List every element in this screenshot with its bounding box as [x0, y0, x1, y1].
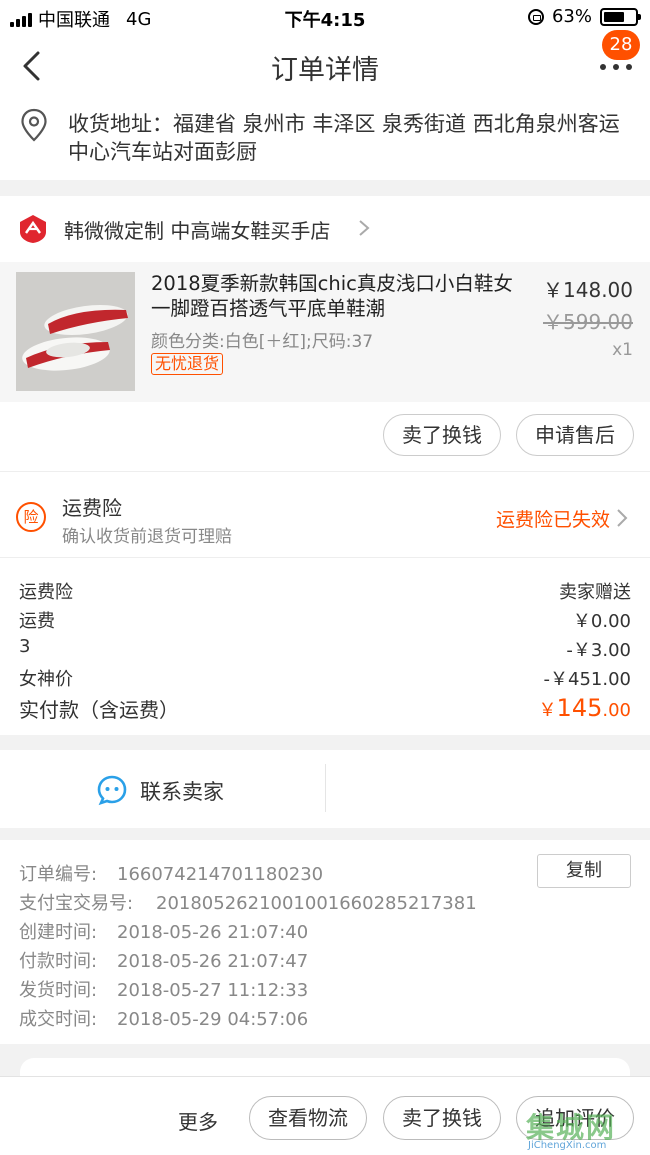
fee-row: 运费险 卖家赠送: [19, 578, 631, 604]
more-dot-icon: [613, 64, 619, 70]
address-card[interactable]: 收货地址：福建省 泉州市 丰泽区 泉秀街道 西北角泉州客运中心汽车站对面彭厨: [0, 98, 650, 180]
watermark: 集城网 JiChengXin.com: [526, 1104, 646, 1152]
info-label: 订单编号:: [19, 864, 98, 885]
info-value: 2018-05-29 04:57:06: [117, 1009, 309, 1030]
product-title: 2018夏季新款韩国chic真皮浅口小白鞋女一脚蹬百搭透气平底单鞋潮: [151, 272, 513, 320]
fee-value: ￥0.00: [572, 611, 631, 632]
info-label: 发货时间:: [19, 980, 98, 1001]
chevron-right-icon: [617, 509, 628, 527]
fee-label: 3: [19, 636, 31, 657]
info-value: 2018-05-27 11:12:33: [117, 980, 309, 1001]
more-dot-icon: [600, 64, 606, 70]
fee-label: 运费险: [19, 582, 73, 603]
navbar: 订单详情 28: [0, 30, 650, 98]
info-label: 付款时间:: [19, 951, 98, 972]
info-value: 2018-05-26 21:07:47: [117, 951, 309, 972]
insurance-status: 运费险已失效: [495, 509, 610, 531]
contact-bar: 联系卖家: [0, 750, 650, 828]
info-label: 支付宝交易号:: [19, 893, 134, 914]
shipped-time-row: 发货时间: 2018-05-27 11:12:33: [19, 976, 308, 1002]
more-dot-icon: [626, 64, 632, 70]
after-sale-button[interactable]: 申请售后: [516, 414, 634, 456]
total-amount: ￥145.00: [539, 694, 631, 722]
return-tag: 无忧退货: [151, 353, 224, 375]
original-price: ￥599.00: [543, 310, 633, 334]
fee-value: -￥3.00: [566, 640, 631, 661]
location-pin-icon: [21, 108, 47, 142]
sneaker-image: [16, 272, 135, 391]
completed-time-row: 成交时间: 2018-05-29 04:57:06: [19, 1005, 308, 1031]
shipping-address: 收货地址：福建省 泉州市 丰泽区 泉秀街道 西北角泉州客运中心汽车站对面彭厨: [68, 112, 620, 164]
contact-seller-label: 联系卖家: [140, 780, 224, 804]
contact-seller-button[interactable]: 联系卖家: [0, 750, 325, 828]
info-label: 创建时间:: [19, 922, 98, 943]
fee-row: 女神价 -￥451.00: [19, 665, 631, 691]
battery-percent: 63%: [551, 6, 592, 27]
product-image: [16, 272, 135, 391]
copy-button[interactable]: 复制: [537, 854, 631, 888]
order-info: 订单编号: 166074214701180230 复制 支付宝交易号: 201805…: [0, 840, 650, 1044]
insurance-icon: 险: [16, 502, 46, 532]
insurance-title: 运费险: [62, 496, 122, 520]
battery-icon: [600, 7, 641, 26]
view-logistics-button[interactable]: 查看物流: [249, 1096, 367, 1140]
info-value: 166074214701180230: [117, 864, 324, 885]
more-actions-button[interactable]: 更多: [178, 1106, 218, 1135]
total-decimal: .00: [602, 700, 631, 721]
info-label: 成交时间:: [19, 1009, 98, 1030]
fee-row: 运费 ￥0.00: [19, 607, 631, 633]
more-menu-button[interactable]: [600, 60, 632, 74]
insurance-subtitle: 确认收货前退货可理赔: [62, 527, 232, 547]
product-quantity: x1: [612, 340, 633, 360]
page-title: 订单详情: [271, 55, 379, 86]
order-number-row: 订单编号: 166074214701180230: [19, 860, 323, 886]
product-price: ￥148.00: [543, 278, 633, 302]
rotation-lock-icon: [527, 8, 544, 25]
product-spec: 颜色分类:白色[＋红];尺码:37: [151, 332, 374, 352]
order-item[interactable]: 2018夏季新款韩国chic真皮浅口小白鞋女一脚蹬百搭透气平底单鞋潮 颜色分类:…: [0, 262, 650, 402]
total-label: 实付款（含运费）: [19, 698, 179, 722]
created-time-row: 创建时间: 2018-05-26 21:07:40: [19, 918, 308, 944]
shop-name: 韩微微定制 中高端女鞋买手店: [64, 219, 331, 243]
message-badge: 28: [602, 30, 640, 60]
total-paid-row: 实付款（含运费） ￥145.00: [19, 694, 631, 723]
fee-label: 运费: [19, 611, 55, 632]
fee-value: -￥451.00: [543, 669, 631, 690]
info-value: 2018-05-26 21:07:40: [117, 922, 309, 943]
shop-badge-icon: [20, 215, 46, 243]
fee-label: 女神价: [19, 669, 73, 690]
alipay-trade-row: 支付宝交易号: 2018052621001001660285217381: [19, 889, 477, 915]
chat-icon: [97, 775, 127, 806]
paid-time-row: 付款时间: 2018-05-26 21:07:47: [19, 947, 308, 973]
chevron-right-icon: [359, 220, 370, 236]
divider: [325, 764, 326, 812]
shop-header[interactable]: 韩微微定制 中高端女鞋买手店: [0, 196, 650, 262]
total-currency: ￥: [538, 700, 557, 721]
sell-item-button[interactable]: 卖了换钱: [383, 414, 501, 456]
info-value: 2018052621001001660285217381: [156, 893, 477, 914]
total-integer: 145: [556, 694, 603, 722]
sell-item-bottom-button[interactable]: 卖了换钱: [383, 1096, 501, 1140]
fee-summary: 运费险 卖家赠送 运费 ￥0.00 3 -￥3.00 女神价 -￥451.00 …: [0, 557, 650, 735]
shipping-insurance[interactable]: 险 运费险 确认收货前退货可理赔 运费险已失效: [0, 471, 650, 557]
watermark-site: JiChengXin.com: [528, 1140, 607, 1151]
fee-value: 卖家赠送: [559, 582, 631, 603]
fee-row: 3 -￥3.00: [19, 636, 631, 661]
status-bar: 中国联通 4G 下午4:15 63%: [0, 0, 650, 34]
